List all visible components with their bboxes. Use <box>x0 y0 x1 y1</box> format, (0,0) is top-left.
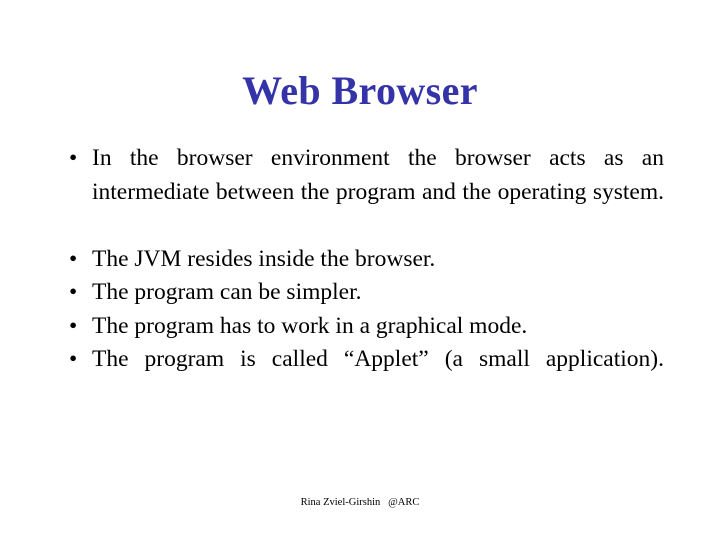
list-item: • The program is called “Applet” (a smal… <box>60 343 664 410</box>
bullet-icon: • <box>69 279 78 305</box>
list-item: • The program can be simpler. <box>60 276 664 310</box>
list-item: • The JVM resides inside the browser. <box>60 243 664 277</box>
page-title: Web Browser <box>242 68 478 113</box>
bullet-icon: • <box>69 346 78 372</box>
list-item-text: The program is called “Applet” (a small … <box>92 346 664 372</box>
list-item-text: The program can be simpler. <box>92 279 362 305</box>
presentation-slide: Web Browser • In the browser environment… <box>0 0 720 540</box>
list-item-text: In the browser environment the browser a… <box>92 145 664 205</box>
list-item: • In the browser environment the browser… <box>60 142 664 243</box>
list-item: • The program has to work in a graphical… <box>60 310 664 344</box>
list-item-text: The program has to work in a graphical m… <box>92 312 528 339</box>
bullet-icon: • <box>69 245 78 272</box>
footer-credit: Rina Zviel-Girshin @ARC <box>300 497 420 508</box>
bullet-icon: • <box>69 145 78 171</box>
bullet-icon: • <box>69 312 78 339</box>
bullet-list: • In the browser environment the browser… <box>60 142 664 410</box>
list-item-text: The JVM resides inside the browser. <box>92 245 436 272</box>
